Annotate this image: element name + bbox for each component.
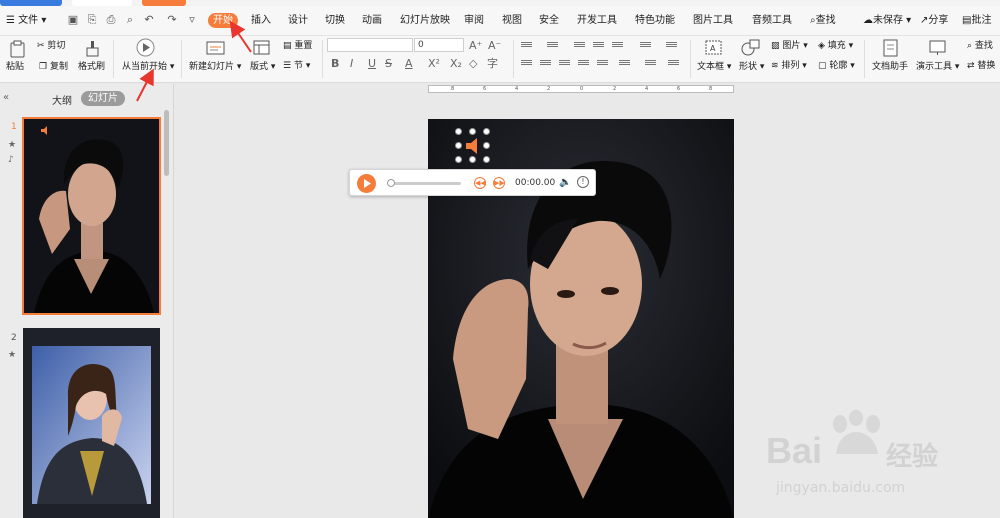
paw-logo <box>833 410 880 454</box>
arrow-to-play-button <box>136 68 154 102</box>
arrow-to-home-tab <box>229 20 252 53</box>
watermark-url: jingyan.baidu.com <box>776 480 906 496</box>
watermark-brand-cn: 经验 <box>886 442 939 472</box>
watermark-brand: Bai <box>766 430 823 471</box>
baidu-watermark: Bai 经验 jingyan.baidu.com <box>766 410 996 510</box>
